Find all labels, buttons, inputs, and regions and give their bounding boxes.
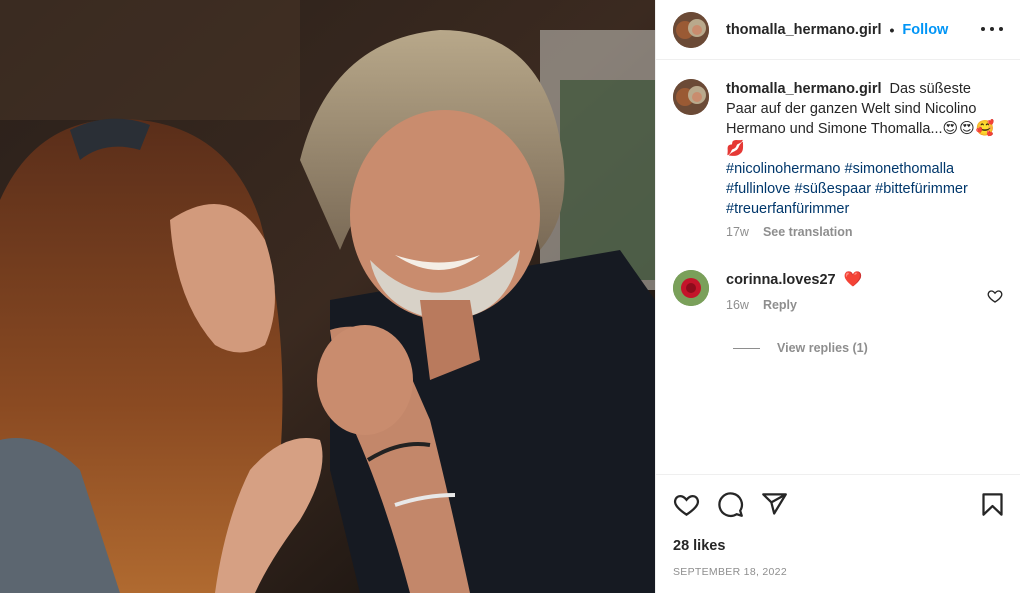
hashtag-link[interactable]: #simonethomalla [845, 161, 955, 177]
comment-username[interactable]: corinna.loves27 [726, 272, 836, 288]
comment-button[interactable] [717, 491, 744, 518]
comment-item: corinna.loves27 ❤️ 16w Reply [673, 270, 1013, 312]
like-button[interactable] [673, 491, 700, 518]
couple-photo-illustration [0, 0, 655, 593]
hashtag-link[interactable]: #treuerfanfürimmer [726, 201, 849, 217]
hashtag-link[interactable]: #fullinlove [726, 181, 791, 197]
paper-plane-icon [762, 493, 787, 515]
see-translation-link[interactable]: See translation [763, 225, 853, 239]
heart-outline-icon [673, 494, 700, 516]
author-username[interactable]: thomalla_hermano.girl [726, 22, 882, 38]
profile-avatar-icon [673, 11, 709, 48]
post-sidebar: thomalla_hermano.girl • Follow thomalla_… [655, 0, 1020, 593]
more-options-icon[interactable] [981, 19, 1003, 39]
comment-bubble-icon [718, 492, 744, 518]
caption-age: 17w [726, 225, 749, 239]
bookmark-icon [982, 493, 1003, 516]
view-replies-button[interactable]: View replies (1) [733, 341, 868, 355]
caption-meta: 17w See translation [726, 225, 996, 239]
post-date: September 18, 2022 [673, 566, 787, 578]
caption-author-avatar[interactable] [673, 79, 709, 115]
hashtag-link[interactable]: #nicolinohermano [726, 161, 840, 177]
share-button[interactable] [761, 491, 788, 518]
action-bar [673, 491, 1008, 519]
save-button[interactable] [979, 491, 1006, 518]
view-replies-label: View replies (1) [777, 341, 868, 355]
caption-username[interactable]: thomalla_hermano.girl [726, 81, 882, 97]
heart-outline-icon[interactable] [987, 288, 1003, 304]
follow-button[interactable]: Follow [902, 22, 948, 38]
reply-button[interactable]: Reply [763, 298, 797, 312]
profile-avatar-icon [673, 79, 709, 115]
comment-age: 16w [726, 298, 749, 312]
post-caption: thomalla_hermano.girl Das süßeste Paar a… [673, 79, 1013, 239]
separator-dot: • [889, 21, 895, 38]
post-actions-area: 28 likes September 18, 2022 [656, 474, 1020, 593]
caption-text-block: thomalla_hermano.girl Das süßeste Paar a… [726, 79, 996, 219]
hashtag-link[interactable]: #süßespaar [795, 181, 872, 197]
author-avatar[interactable] [673, 11, 709, 48]
post-photo[interactable] [0, 0, 655, 593]
replies-divider-line [733, 347, 760, 349]
commenter-avatar[interactable] [673, 270, 709, 306]
hashtag-link[interactable]: #bittefürimmer [875, 181, 968, 197]
comment-text: ❤️ [843, 271, 863, 288]
comments-section: thomalla_hermano.girl Das süßeste Paar a… [656, 61, 1020, 474]
comment-text-block: corinna.loves27 ❤️ [726, 270, 986, 290]
comment-meta: 16w Reply [726, 298, 986, 312]
likes-count[interactable]: 28 likes [673, 538, 725, 554]
rose-avatar-icon [673, 270, 709, 306]
post-header: thomalla_hermano.girl • Follow [656, 0, 1020, 60]
